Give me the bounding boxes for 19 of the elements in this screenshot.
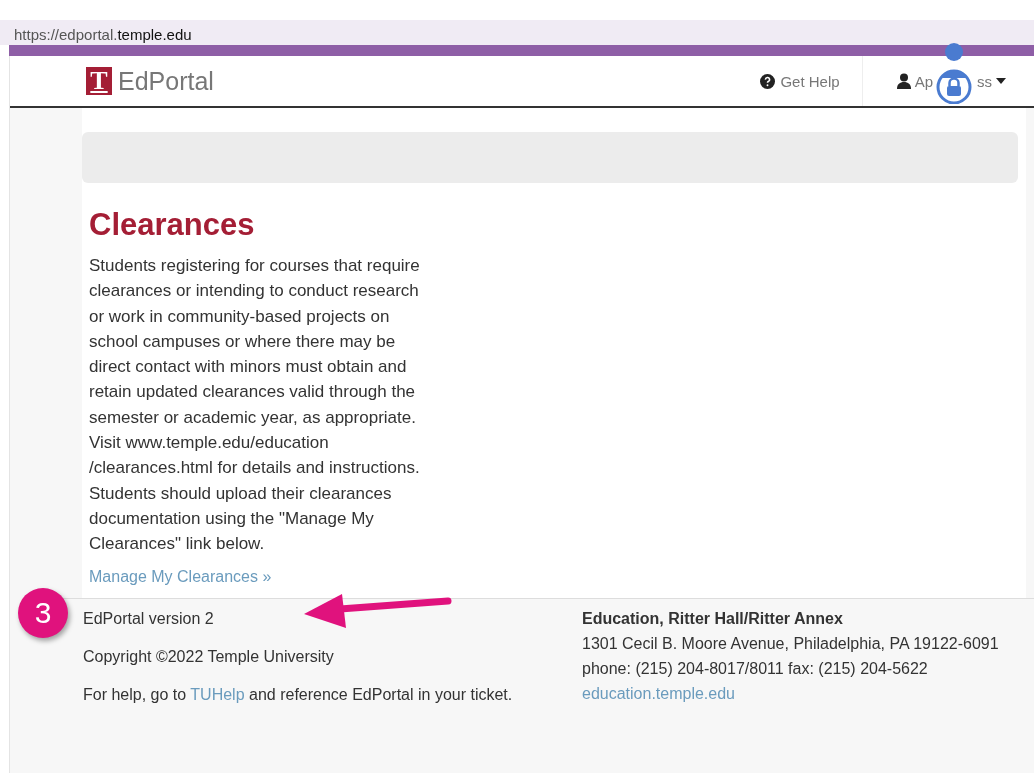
phone-text: phone: (215) 204-8017/8011 fax: (215) 204-5622 — [582, 658, 929, 679]
tuhelp-link[interactable]: TUHelp — [190, 685, 245, 703]
user-menu[interactable]: Ap ss — [862, 56, 1034, 106]
get-help-link[interactable]: Get Help — [738, 56, 863, 106]
url-text[interactable]: https://edportal.temple.edu — [14, 25, 192, 45]
help-text: For help, go to TUHelp and reference EdPortal in your ticket. — [83, 684, 514, 704]
question-icon — [760, 73, 776, 89]
page-title: Clearances — [89, 207, 256, 243]
org-name: Education, Ritter Hall/Ritter Annex — [582, 608, 844, 629]
logo-icon[interactable]: T — [86, 67, 112, 95]
manage-clearances-link[interactable]: Manage My Clearances » — [89, 567, 272, 586]
person-icon — [896, 73, 911, 89]
clearances-description: Students registering for courses that require clearances or intending to conduct research or work in community-based projects on school campuses or where there may be direct contact with minors must obtain and retain updated clearances valid through the semester or academic year, as appropriate. Visit www.temple.edu/education /clearances.html for details and instructions. Students should upload their clearances documentation using the "Manage My Clearances" link below. — [89, 255, 421, 556]
footer-text: EdPortal version 2 — [83, 608, 215, 628]
brand-name[interactable]: EdPortal — [118, 66, 214, 96]
website-link[interactable]: education.temple.edu — [582, 680, 999, 706]
footer-text: Copyright ©2022 Temple University — [83, 646, 335, 666]
address-text: 1301 Cecil B. Moore Avenue, Philadelphia, PA 19122-6091 — [582, 633, 999, 654]
caret-icon — [996, 78, 1006, 84]
